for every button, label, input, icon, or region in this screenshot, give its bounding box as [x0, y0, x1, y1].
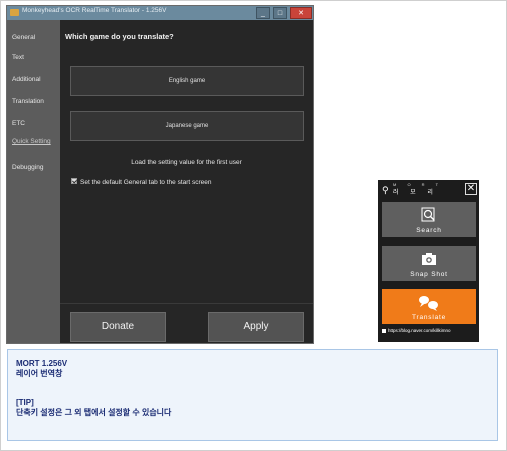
- magnifier-logo-icon: ⚲: [382, 185, 389, 195]
- maximize-button[interactable]: □: [273, 7, 287, 19]
- sidebar-item-debugging[interactable]: Debugging: [12, 164, 43, 172]
- mort-logo: ⚲ M O R T 러 모 리: [381, 182, 471, 196]
- search-label: Search: [416, 227, 442, 234]
- page-title: Which game do you translate?: [65, 32, 174, 41]
- window-title: Monkeyhead's OCR RealTime Translator - 1…: [22, 7, 167, 14]
- blog-link[interactable]: https://blog.naver.com/killkimno: [382, 328, 478, 333]
- close-button[interactable]: ✕: [290, 7, 312, 19]
- widget-close-button[interactable]: ✕: [465, 183, 477, 195]
- title-bar[interactable]: Monkeyhead's OCR RealTime Translator - 1…: [7, 6, 313, 20]
- sidebar-item-etc[interactable]: ETC: [12, 120, 25, 128]
- info-tip-heading: [TIP]: [16, 398, 34, 407]
- camera-icon: [422, 253, 436, 265]
- sidebar-item-quick-setting[interactable]: Quick Setting: [12, 138, 52, 146]
- snap-shot-button[interactable]: Snap Shot: [382, 246, 476, 281]
- app-icon: [10, 9, 19, 16]
- minimize-button[interactable]: _: [256, 7, 270, 19]
- mort-widget: ⚲ M O R T 러 모 리 ✕ Search Snap Shot Trans…: [378, 180, 479, 342]
- snap-shot-label: Snap Shot: [410, 271, 448, 278]
- load-setting-text: Load the setting value for the first use…: [131, 159, 242, 166]
- info-version: MORT 1.256V: [16, 359, 68, 368]
- screenshot-frame: Monkeyhead's OCR RealTime Translator - 1…: [0, 0, 507, 451]
- sidebar-item-text[interactable]: Text: [12, 54, 24, 62]
- info-tip-text: 단축키 설정은 그 외 탭에서 설정할 수 있습니다: [16, 408, 172, 417]
- link-icon: [382, 328, 386, 333]
- english-game-button[interactable]: English game: [70, 66, 304, 96]
- divider: [60, 303, 313, 304]
- search-icon: [421, 207, 435, 222]
- donate-button[interactable]: Donate: [70, 312, 166, 342]
- apply-button[interactable]: Apply: [208, 312, 304, 342]
- sidebar-item-additional[interactable]: Additional: [12, 76, 41, 84]
- default-tab-checkbox-label: Set the default General tab to the start…: [80, 179, 212, 186]
- translate-label: Translate: [411, 314, 447, 321]
- japanese-game-button[interactable]: Japanese game: [70, 111, 304, 141]
- blog-url-text: https://blog.naver.com/killkimno: [388, 328, 451, 333]
- sidebar-item-general[interactable]: General: [12, 34, 35, 42]
- translate-button[interactable]: Translate: [382, 289, 476, 324]
- search-button[interactable]: Search: [382, 202, 476, 237]
- info-box: MORT 1.256V 레이어 번역창 [TIP] 단축키 설정은 그 외 탭에…: [7, 349, 498, 441]
- sidebar-item-translation[interactable]: Translation: [12, 98, 44, 106]
- settings-window: Monkeyhead's OCR RealTime Translator - 1…: [6, 5, 314, 344]
- speech-bubbles-icon: [419, 296, 438, 311]
- info-layer-window: 레이어 번역창: [16, 369, 63, 378]
- default-tab-checkbox[interactable]: [71, 178, 77, 185]
- logo-big-text: 러 모 리: [393, 190, 438, 196]
- settings-content: Which game do you translate? English gam…: [60, 20, 313, 343]
- settings-sidebar: General Text Additional Translation ETC …: [7, 20, 60, 343]
- default-tab-option[interactable]: Set the default General tab to the start…: [71, 178, 212, 186]
